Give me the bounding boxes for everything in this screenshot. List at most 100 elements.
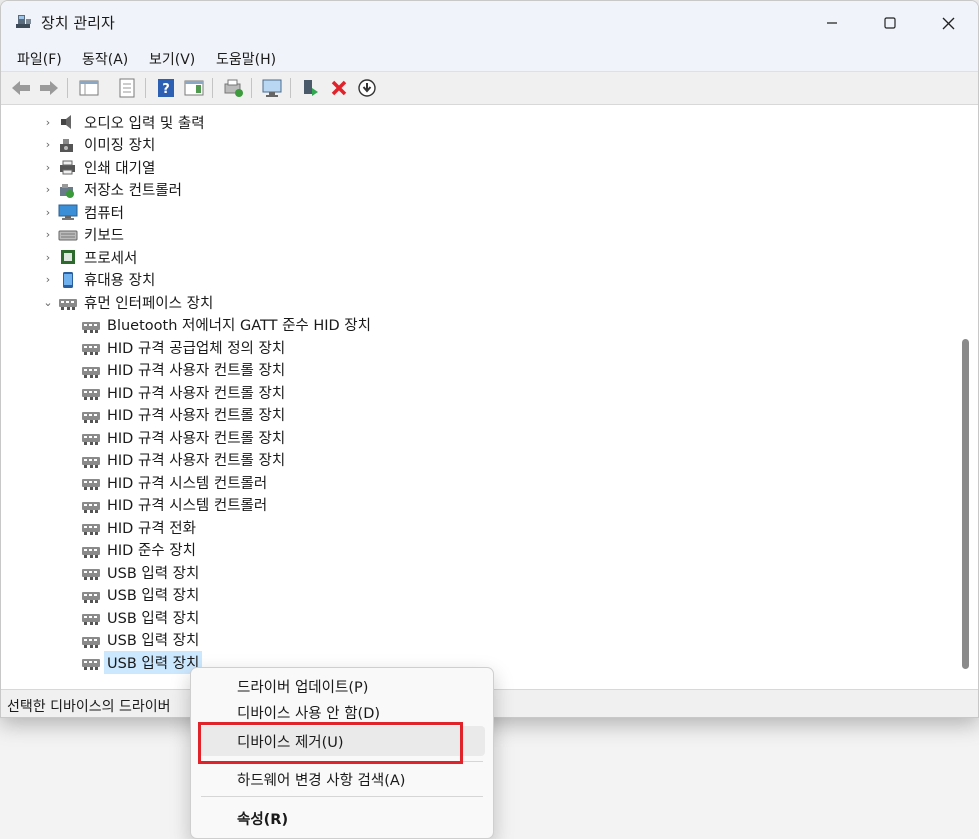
hid-device-item[interactable]: USB 입력 장치 <box>81 561 199 583</box>
hid-device-label: USB 입력 장치 <box>107 633 200 649</box>
menu-file[interactable]: 파일(F) <box>17 49 62 69</box>
hid-device-label: HID 규격 시스템 컨트롤러 <box>107 498 268 514</box>
expand-chevron-icon[interactable]: › <box>42 183 54 196</box>
hid-device-label: Bluetooth 저에너지 GATT 준수 HID 장치 <box>107 318 371 334</box>
tree-category-item[interactable]: ⌄ 휴먼 인터페이스 장치 <box>43 291 214 313</box>
hid-device-item[interactable]: USB 입력 장치 <box>81 584 199 606</box>
tree-category-label: 휴먼 인터페이스 장치 <box>84 295 214 312</box>
keyboard-icon <box>58 230 78 240</box>
tree-category-label: 휴대용 장치 <box>84 273 156 289</box>
tree-category-item[interactable]: › 인쇄 대기열 <box>46 156 155 178</box>
hid-device-item[interactable]: HID 규격 사용자 컨트롤 장치 <box>81 426 285 448</box>
print-button[interactable] <box>221 76 245 100</box>
expand-chevron-icon[interactable]: › <box>42 206 54 219</box>
tree-category-item[interactable]: › 저장소 컨트롤러 <box>46 179 182 201</box>
status-text: 선택한 디바이스의 드라이버 <box>7 699 171 715</box>
hid-device-item[interactable]: HID 규격 사용자 컨트롤 장치 <box>81 449 285 471</box>
window-title: 장치 관리자 <box>41 14 115 32</box>
tree-category-item[interactable]: › 오디오 입력 및 출력 <box>46 111 205 133</box>
expand-chevron-icon[interactable]: › <box>42 251 54 264</box>
tree-category-item[interactable]: › 컴퓨터 <box>46 201 125 223</box>
title-bar: 장치 관리자 <box>1 1 978 45</box>
collapse-chevron-icon[interactable]: ⌄ <box>42 296 54 309</box>
device-manager-app-icon <box>16 15 31 28</box>
back-button[interactable] <box>9 76 33 100</box>
refresh-icon <box>224 79 243 97</box>
minimize-icon <box>827 22 837 24</box>
hid-device-icon <box>82 524 100 535</box>
hid-device-item[interactable]: HID 규격 시스템 컨트롤러 <box>81 471 267 493</box>
tree-category-label: 컴퓨터 <box>84 205 125 222</box>
menu-view[interactable]: 보기(V) <box>149 49 195 69</box>
hid-device-label: HID 규격 사용자 컨트롤 장치 <box>107 385 286 402</box>
hid-device-label: HID 규격 사용자 컨트롤 장치 <box>107 430 286 447</box>
scan-hardware-button[interactable] <box>260 76 284 100</box>
hid-device-item[interactable]: HID 규격 공급업체 정의 장치 <box>81 336 285 358</box>
tree-category-item[interactable]: › 이미징 장치 <box>46 134 156 156</box>
menu-help[interactable]: 도움말(H) <box>216 49 276 69</box>
toolbar-separator <box>251 78 252 98</box>
expand-chevron-icon[interactable]: › <box>42 116 54 129</box>
download-driver-icon <box>358 79 376 97</box>
expand-chevron-icon[interactable]: › <box>42 228 54 241</box>
speaker-icon <box>61 115 71 129</box>
update-driver-button[interactable] <box>355 76 379 100</box>
forward-button[interactable] <box>37 76 61 100</box>
toolbar-separator <box>145 78 146 98</box>
tree-category-label: 키보드 <box>84 228 125 244</box>
hid-device-item[interactable]: USB 입력 장치 <box>81 629 199 651</box>
tree-category-item[interactable]: › 프로세서 <box>46 246 137 268</box>
enable-device-button[interactable] <box>299 76 323 100</box>
vertical-scrollbar[interactable] <box>959 107 973 687</box>
tree-category-item[interactable]: › 휴대용 장치 <box>46 269 156 291</box>
hid-device-icon <box>82 479 100 490</box>
show-hide-console-button[interactable] <box>77 76 101 100</box>
tree-category-item[interactable]: › 키보드 <box>46 224 125 246</box>
device-tree: › 오디오 입력 및 출력 › 이미징 장치 › 인쇄 대기열 › 저장소 컨트롤러 › 컴퓨터 ›… <box>6 107 958 687</box>
hid-device-icon <box>82 344 100 355</box>
maximize-button[interactable] <box>867 1 913 45</box>
monitor-scan-icon <box>262 79 282 97</box>
hid-device-icon <box>82 366 100 378</box>
hid-device-item[interactable]: USB 입력 장치 <box>81 606 199 628</box>
hid-device-item[interactable]: HID 규격 사용자 컨트롤 장치 <box>81 359 285 381</box>
uninstall-x-icon <box>331 80 347 96</box>
expand-chevron-icon[interactable]: › <box>42 138 54 151</box>
hid-device-item[interactable]: USB 입력 장치 <box>81 650 203 674</box>
scrollbar-thumb[interactable] <box>962 339 969 669</box>
menu-action[interactable]: 동작(A) <box>82 49 128 69</box>
hid-device-icon <box>82 659 100 670</box>
expand-chevron-icon[interactable]: › <box>42 161 54 174</box>
hid-device-item[interactable]: HID 규격 전화 <box>81 516 196 538</box>
properties-button[interactable] <box>115 76 139 100</box>
hid-device-label: HID 규격 시스템 컨트롤러 <box>107 475 268 492</box>
hid-device-item[interactable]: Bluetooth 저에너지 GATT 준수 HID 장치 <box>81 314 371 336</box>
computer-icon <box>58 204 78 220</box>
menu-properties[interactable]: 속성(R) <box>199 803 485 833</box>
toolbar-separator <box>290 78 291 98</box>
minimize-button[interactable] <box>809 1 855 45</box>
menu-update-driver-label: 드라이버 업데이트(P) <box>237 679 369 696</box>
close-button[interactable] <box>925 1 971 45</box>
hid-device-icon <box>82 546 100 558</box>
storage-controller-icon <box>60 183 74 198</box>
help-button[interactable]: ? <box>154 76 178 100</box>
tree-category-label: 저장소 컨트롤러 <box>84 183 182 199</box>
hid-device-item[interactable]: HID 준수 장치 <box>81 539 196 561</box>
hid-device-icon <box>82 389 100 400</box>
hid-device-label: USB 입력 장치 <box>107 610 200 627</box>
highlight-annotation-box <box>198 722 463 764</box>
action-pane-button[interactable] <box>182 76 206 100</box>
hid-device-label: HID 준수 장치 <box>107 543 196 559</box>
hid-device-label: HID 규격 전화 <box>107 520 196 537</box>
uninstall-device-button[interactable] <box>327 76 351 100</box>
forward-arrow-icon <box>40 81 58 95</box>
menu-scan-hardware[interactable]: 하드웨어 변경 사항 검색(A) <box>199 764 485 794</box>
help-icon: ? <box>158 79 174 97</box>
expand-chevron-icon[interactable]: › <box>42 273 54 286</box>
hid-device-item[interactable]: HID 규격 시스템 컨트롤러 <box>81 494 267 516</box>
hid-device-item[interactable]: HID 규격 사용자 컨트롤 장치 <box>81 404 285 426</box>
portable-device-icon <box>63 271 73 288</box>
menu-scan-hardware-label: 하드웨어 변경 사항 검색(A) <box>237 772 406 789</box>
hid-device-item[interactable]: HID 규격 사용자 컨트롤 장치 <box>81 381 285 403</box>
